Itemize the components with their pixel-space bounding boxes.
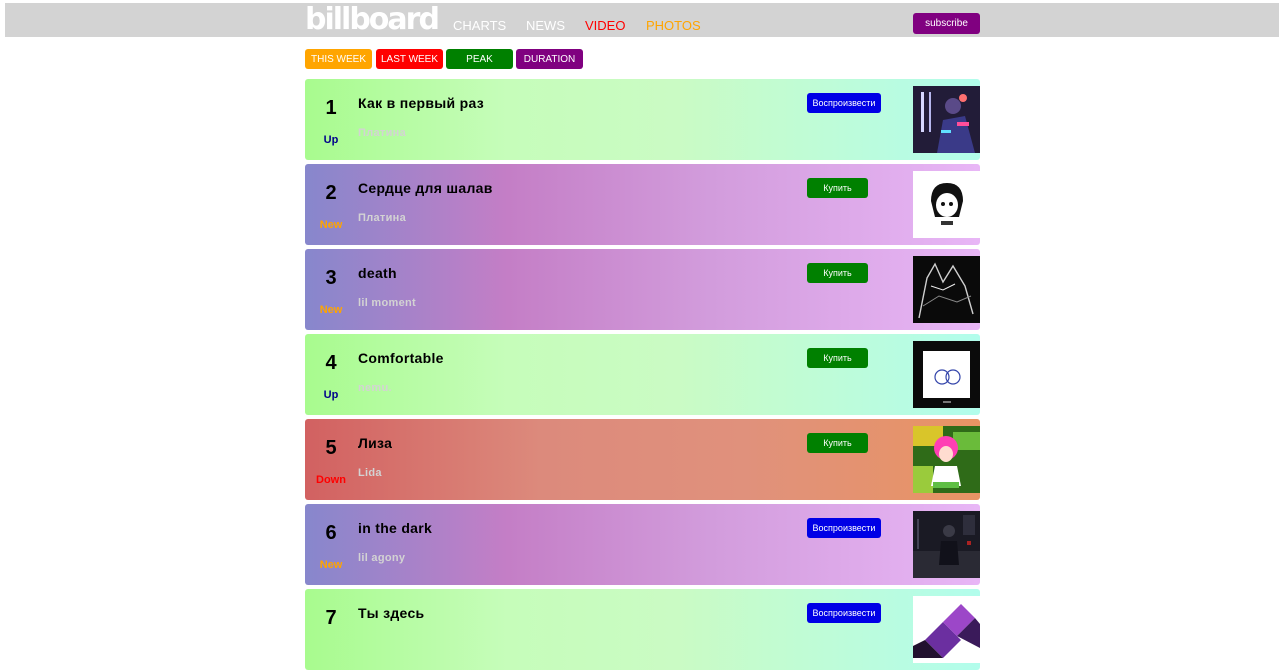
chart-row: 2 New Сердце для шалав Платина Купить bbox=[305, 164, 980, 245]
rank-number: 5 bbox=[325, 437, 337, 459]
chart-row: 1 Up Как в первый раз Платина Воспроизвести bbox=[305, 79, 980, 160]
rank-number: 2 bbox=[325, 182, 337, 204]
chart-row: 3 New death lil moment Купить bbox=[305, 249, 980, 330]
album-cover[interactable] bbox=[913, 341, 980, 408]
rank-change-status: New bbox=[319, 304, 343, 316]
album-cover[interactable] bbox=[913, 426, 980, 493]
tab-peak[interactable]: PEAK bbox=[446, 49, 513, 69]
song-title: Как в первый раз bbox=[358, 95, 485, 111]
chart-row: 6 New in the dark lil agony Воспроизвести bbox=[305, 504, 980, 585]
song-title: Сердце для шалав bbox=[358, 180, 493, 196]
song-title: Comfortable bbox=[358, 350, 444, 366]
tab-last-week[interactable]: LAST WEEK bbox=[376, 49, 443, 69]
rank-change-status: Down bbox=[316, 474, 346, 486]
artist-name: nemu. bbox=[358, 382, 392, 394]
play-button[interactable]: Воспроизвести bbox=[807, 93, 881, 113]
rank-change-status: New bbox=[319, 559, 343, 571]
buy-button[interactable]: Купить bbox=[807, 178, 868, 198]
rank-change-status: New bbox=[319, 219, 343, 231]
buy-button[interactable]: Купить bbox=[807, 263, 868, 283]
artist-name: Lida bbox=[358, 467, 382, 479]
chart-row: 5 Down Лиза Lida Купить bbox=[305, 419, 980, 500]
artist-name: lil agony bbox=[358, 552, 406, 564]
album-cover[interactable] bbox=[913, 511, 980, 578]
song-title: in the dark bbox=[358, 520, 433, 536]
album-cover[interactable] bbox=[913, 256, 980, 323]
billboard-logo[interactable]: billboard bbox=[305, 4, 440, 36]
subscribe-button[interactable]: subscribe bbox=[913, 13, 980, 34]
artist-name: lil moment bbox=[358, 297, 417, 309]
rank-number: 1 bbox=[325, 97, 337, 119]
top-bar bbox=[5, 3, 1279, 37]
nav-charts[interactable]: CHARTS bbox=[453, 19, 506, 33]
chart-row: 4 Up Comfortable nemu. Купить bbox=[305, 334, 980, 415]
nav-news[interactable]: NEWS bbox=[526, 19, 565, 33]
nav-photos[interactable]: PHOTOS bbox=[646, 19, 701, 33]
buy-button[interactable]: Купить bbox=[807, 433, 868, 453]
song-title: Ты здесь bbox=[358, 605, 425, 621]
song-title: Лиза bbox=[358, 435, 393, 451]
buy-button[interactable]: Купить bbox=[807, 348, 868, 368]
nav-video[interactable]: VIDEO bbox=[585, 19, 625, 33]
rank-number: 6 bbox=[325, 522, 337, 544]
rank-number: 7 bbox=[325, 607, 337, 629]
rank-change-status: Up bbox=[323, 389, 339, 401]
play-button[interactable]: Воспроизвести bbox=[807, 518, 881, 538]
tab-this-week[interactable]: THIS WEEK bbox=[305, 49, 372, 69]
rank-change-status: Up bbox=[323, 134, 339, 146]
rank-number: 3 bbox=[325, 267, 337, 289]
rank-number: 4 bbox=[325, 352, 337, 374]
album-cover[interactable] bbox=[913, 171, 980, 238]
album-cover[interactable] bbox=[913, 596, 980, 663]
play-button[interactable]: Воспроизвести bbox=[807, 603, 881, 623]
artist-name: Платина bbox=[358, 212, 407, 224]
song-title: death bbox=[358, 265, 397, 281]
tab-duration[interactable]: DURATION bbox=[516, 49, 583, 69]
artist-name: Платина bbox=[358, 127, 407, 139]
album-cover[interactable] bbox=[913, 86, 980, 153]
chart-row: 7 Ты здесь Воспроизвести bbox=[305, 589, 980, 670]
